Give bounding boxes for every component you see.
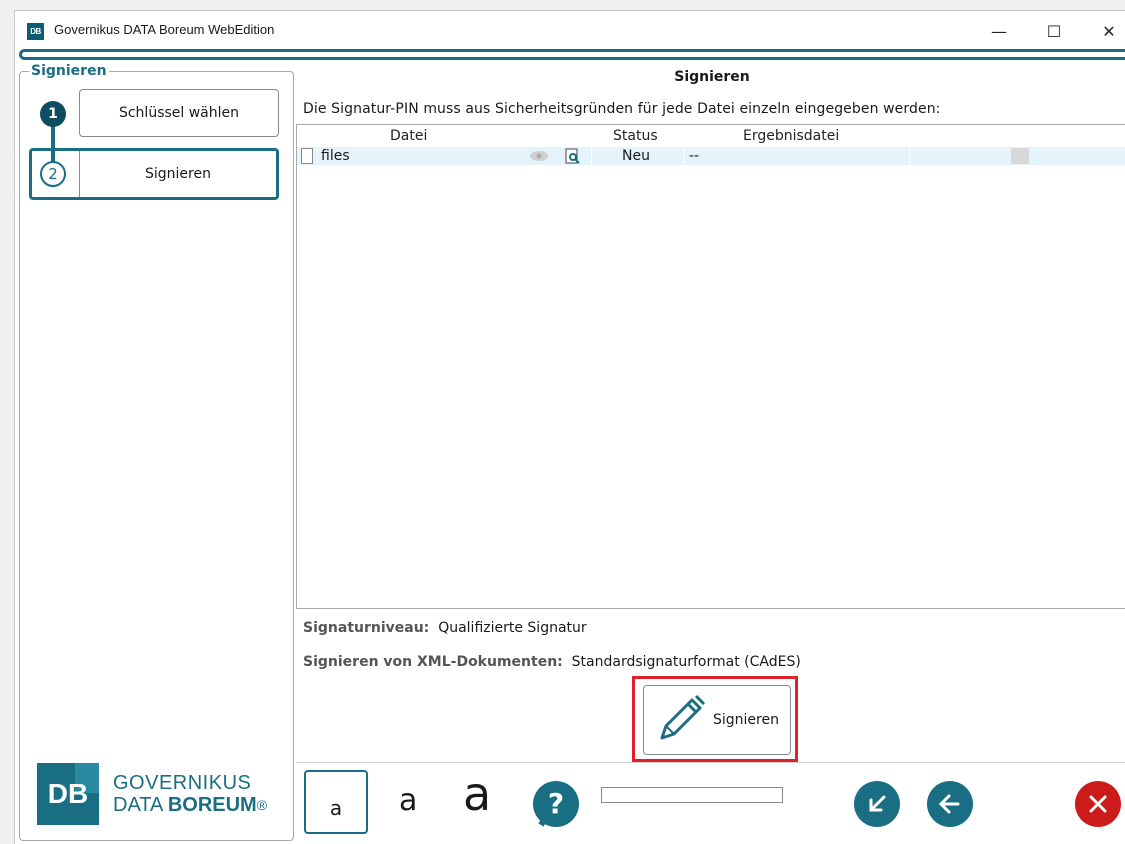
minimize-button[interactable]: —	[976, 11, 1022, 51]
minimize-app-button[interactable]	[854, 781, 900, 827]
step-1-number: 1	[40, 101, 66, 127]
pen-icon	[660, 694, 706, 740]
help-button[interactable]: ?	[533, 781, 579, 827]
brand-logo: DB GOVERNIKUS DATA BOREUM®	[37, 763, 267, 825]
window-title: Governikus DATA Boreum WebEdition	[54, 22, 275, 37]
column-header-status[interactable]: Status	[613, 128, 658, 144]
table-row[interactable]: files Neu --	[297, 147, 1125, 165]
xml-signing-format: Signieren von XML-Dokumenten: Standardsi…	[303, 654, 801, 670]
brand-mark: DB	[37, 763, 99, 825]
close-icon	[1089, 795, 1107, 813]
file-table: Datei Status Ergebnisdatei files Neu --	[296, 124, 1125, 609]
file-status: Neu	[622, 148, 650, 164]
pin-instruction: Die Signatur-PIN muss aus Sicherheitsgrü…	[303, 101, 941, 117]
wizard-progress-strip	[19, 49, 1125, 60]
toolbar-divider	[296, 762, 1125, 763]
eye-icon[interactable]	[529, 150, 549, 162]
sign-button[interactable]: Signieren	[643, 685, 791, 755]
app-icon: DB	[27, 23, 44, 40]
file-name: files	[321, 148, 350, 164]
font-size-medium-button[interactable]: a	[399, 783, 417, 818]
progress-field	[601, 787, 783, 803]
step-2-number: 2	[40, 161, 66, 187]
step-1-button[interactable]: Schlüssel wählen	[79, 89, 279, 137]
column-header-file[interactable]: Datei	[390, 128, 427, 144]
step-2-button[interactable]: Signieren	[79, 151, 276, 197]
question-icon: ?	[538, 787, 564, 827]
cancel-button[interactable]	[1075, 781, 1121, 827]
document-search-icon[interactable]	[565, 148, 581, 165]
result-search-icon	[1011, 148, 1029, 164]
arrow-left-icon	[938, 794, 960, 814]
arrow-down-left-icon	[869, 795, 886, 812]
page-title: Signieren	[674, 69, 750, 85]
result-file: --	[689, 148, 700, 164]
column-header-result[interactable]: Ergebnisdatei	[743, 128, 839, 144]
maximize-button[interactable]: ☐	[1031, 11, 1077, 51]
sign-button-label: Signieren	[713, 712, 779, 728]
close-window-button[interactable]: ✕	[1086, 11, 1125, 51]
app-window: DB Governikus DATA Boreum WebEdition — ☐…	[14, 10, 1125, 844]
back-button[interactable]	[927, 781, 973, 827]
title-bar: DB Governikus DATA Boreum WebEdition — ☐…	[15, 11, 1125, 51]
steps-legend: Signieren	[29, 63, 109, 79]
file-icon	[301, 148, 313, 164]
brand-text: GOVERNIKUS DATA BOREUM®	[113, 772, 268, 816]
font-size-large-button[interactable]: a	[463, 767, 491, 821]
signature-level: Signaturniveau: Qualifizierte Signatur	[303, 620, 587, 636]
font-size-small-button[interactable]: a	[304, 770, 368, 834]
svg-text:?: ?	[548, 787, 564, 820]
